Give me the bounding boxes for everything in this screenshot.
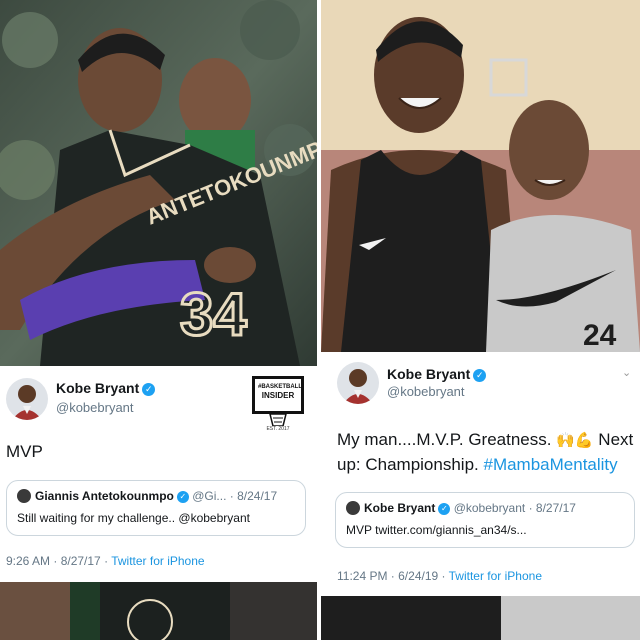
tweet-card-right[interactable]: Kobe Bryant ✓ @kobebryant ⌄ My man....M.V… bbox=[321, 352, 640, 596]
tweet-footer: 9:26 AM · 8/27/17 · Twitter for iPhone bbox=[6, 554, 205, 568]
tweet-timestamp[interactable]: 9:26 AM · 8/27/17 · bbox=[6, 554, 111, 568]
quoted-author-name: Giannis Antetokounmpo bbox=[35, 489, 174, 503]
hug-photo: ANTETOKOUNMPO 34 bbox=[0, 0, 317, 366]
author-name-text[interactable]: Kobe Bryant bbox=[56, 380, 139, 396]
giannis-avatar bbox=[17, 489, 31, 503]
quoted-author-meta: @Gi... · 8/24/17 bbox=[192, 489, 278, 503]
tweet-text-part1: My man....M.V.P. Greatness. bbox=[337, 430, 557, 449]
tweet-footer: 11:24 PM · 6/24/19 · Twitter for iPhone bbox=[337, 569, 542, 583]
logo-frame: #BASKETBALL INSIDER bbox=[252, 376, 304, 414]
left-panel: ANTETOKOUNMPO 34 Kobe Bryant ✓ @kobebryan… bbox=[0, 0, 317, 640]
quoted-tweet[interactable]: Giannis Antetokounmpo ✓ @Gi... · 8/24/17 … bbox=[6, 480, 306, 536]
logo-line2: INSIDER bbox=[261, 391, 295, 400]
tweet-text: MVP bbox=[6, 442, 43, 461]
jersey-number: 34 bbox=[180, 281, 247, 348]
quoted-tweet-text: Still waiting for my challenge.. @kobebr… bbox=[17, 511, 250, 525]
logo-est: EST. 2017 bbox=[266, 426, 290, 432]
kobe-avatar[interactable] bbox=[337, 362, 379, 404]
pose-photo-bottom bbox=[321, 596, 640, 640]
raised-hands-flexed-biceps-emoji: 🙌💪 bbox=[556, 432, 594, 449]
kobe-avatar[interactable] bbox=[6, 378, 48, 420]
quoted-author-name: Kobe Bryant bbox=[364, 501, 436, 515]
author-handle[interactable]: @kobebryant bbox=[56, 400, 134, 415]
verified-icon: ✓ bbox=[473, 369, 487, 382]
tweet-source[interactable]: Twitter for iPhone bbox=[449, 569, 542, 583]
author-name[interactable]: Kobe Bryant ✓ bbox=[387, 366, 487, 382]
kobe-quoted-avatar bbox=[346, 501, 360, 515]
author-handle[interactable]: @kobebryant bbox=[387, 384, 465, 399]
basketball-hoop-icon bbox=[269, 414, 287, 426]
shirt-number: 24 bbox=[583, 319, 617, 352]
logo-line1: #BASKETBALL bbox=[258, 384, 303, 390]
verified-icon: ✓ bbox=[142, 383, 156, 396]
quoted-tweet-text[interactable]: MVP twitter.com/giannis_an34/s... bbox=[346, 523, 527, 537]
author-name-text[interactable]: Kobe Bryant bbox=[387, 366, 470, 382]
quoted-tweet-header: Giannis Antetokounmpo ✓ @Gi... · 8/24/17 bbox=[17, 489, 277, 503]
hashtag-link[interactable]: #MambaMentality bbox=[483, 455, 617, 474]
pose-photo: 24 bbox=[321, 0, 640, 352]
arena-photo-bottom bbox=[0, 582, 317, 640]
tweet-timestamp[interactable]: 11:24 PM · 6/24/19 · bbox=[337, 569, 449, 583]
verified-icon: ✓ bbox=[438, 503, 451, 515]
quoted-author-meta: @kobebryant · 8/27/17 bbox=[453, 501, 576, 515]
right-panel: 24 Kobe Bryant ✓ @kobebryant ⌄ My man....… bbox=[321, 0, 640, 640]
quoted-tweet[interactable]: Kobe Bryant ✓ @kobebryant · 8/27/17 MVP t… bbox=[335, 492, 635, 548]
tweet-text: My man....M.V.P. Greatness. 🙌💪 Next up: … bbox=[337, 428, 637, 477]
basketball-insider-logo: #BASKETBALL INSIDER EST. 2017 bbox=[252, 376, 304, 434]
verified-icon: ✓ bbox=[176, 491, 189, 503]
author-name[interactable]: Kobe Bryant ✓ bbox=[56, 380, 156, 396]
chevron-down-icon[interactable]: ⌄ bbox=[622, 366, 634, 379]
quoted-tweet-header: Kobe Bryant ✓ @kobebryant · 8/27/17 bbox=[346, 501, 576, 515]
tweet-source[interactable]: Twitter for iPhone bbox=[111, 554, 204, 568]
